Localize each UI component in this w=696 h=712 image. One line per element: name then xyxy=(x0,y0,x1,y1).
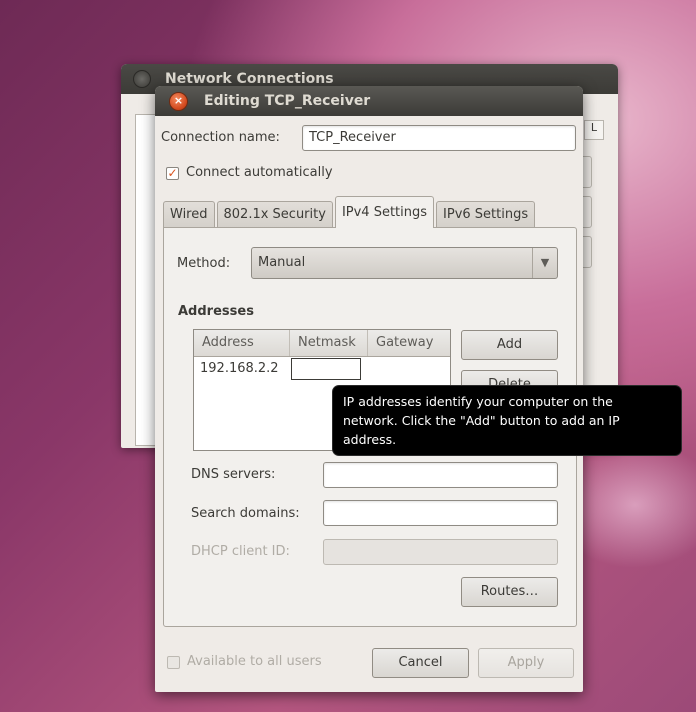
column-header-gateway[interactable]: Gateway xyxy=(368,330,450,356)
available-to-all-users-label: Available to all users xyxy=(187,654,322,669)
cancel-button[interactable]: Cancel xyxy=(372,648,469,678)
connections-tab-edge[interactable]: L xyxy=(584,120,604,140)
window-close-icon[interactable] xyxy=(133,70,151,88)
tab-ipv6-settings[interactable]: IPv6 Settings xyxy=(436,201,536,228)
gateway-cell[interactable] xyxy=(362,357,444,381)
dhcp-client-id-label: DHCP client ID: xyxy=(191,544,290,559)
addresses-heading: Addresses xyxy=(178,304,254,319)
close-icon[interactable]: × xyxy=(169,91,188,111)
routes-button[interactable]: Routes… xyxy=(461,577,558,607)
settings-tabs: Wired 802.1x Security IPv4 Settings IPv6… xyxy=(163,196,537,228)
add-address-button[interactable]: Add xyxy=(461,330,558,360)
connect-automatically-checkbox[interactable]: ✓ xyxy=(166,167,179,180)
tab-802-1x-security[interactable]: 802.1x Security xyxy=(216,201,333,228)
network-connections-title: Network Connections xyxy=(165,71,334,87)
netmask-cell-editor[interactable] xyxy=(291,358,361,380)
column-header-address[interactable]: Address xyxy=(194,330,290,356)
column-header-netmask[interactable]: Netmask xyxy=(290,330,368,356)
connect-automatically-label: Connect automatically xyxy=(186,165,333,180)
address-cell[interactable]: 192.168.2.2 xyxy=(194,357,290,381)
table-row[interactable]: 192.168.2.2 xyxy=(194,357,450,381)
method-select[interactable]: Manual ▼ xyxy=(251,247,558,279)
method-label: Method: xyxy=(177,256,231,271)
addresses-tooltip: IP addresses identify your computer on t… xyxy=(332,385,682,456)
connection-name-label: Connection name: xyxy=(161,130,280,145)
connection-name-input[interactable]: TCP_Receiver xyxy=(302,125,576,151)
dialog-title: Editing TCP_Receiver xyxy=(204,93,371,109)
available-to-all-users-checkbox xyxy=(167,656,180,669)
search-domains-input[interactable] xyxy=(323,500,558,526)
addresses-table-header: Address Netmask Gateway xyxy=(194,330,450,357)
method-value: Manual xyxy=(258,255,306,270)
tab-wired[interactable]: Wired xyxy=(163,201,215,228)
dns-servers-input[interactable] xyxy=(323,462,558,488)
dhcp-client-id-input xyxy=(323,539,558,565)
search-domains-label: Search domains: xyxy=(191,506,300,521)
chevron-down-icon: ▼ xyxy=(532,248,557,278)
tab-ipv4-settings[interactable]: IPv4 Settings xyxy=(334,196,435,228)
dns-servers-label: DNS servers: xyxy=(191,467,276,482)
dialog-titlebar: × Editing TCP_Receiver xyxy=(155,86,583,116)
apply-button: Apply xyxy=(478,648,574,678)
